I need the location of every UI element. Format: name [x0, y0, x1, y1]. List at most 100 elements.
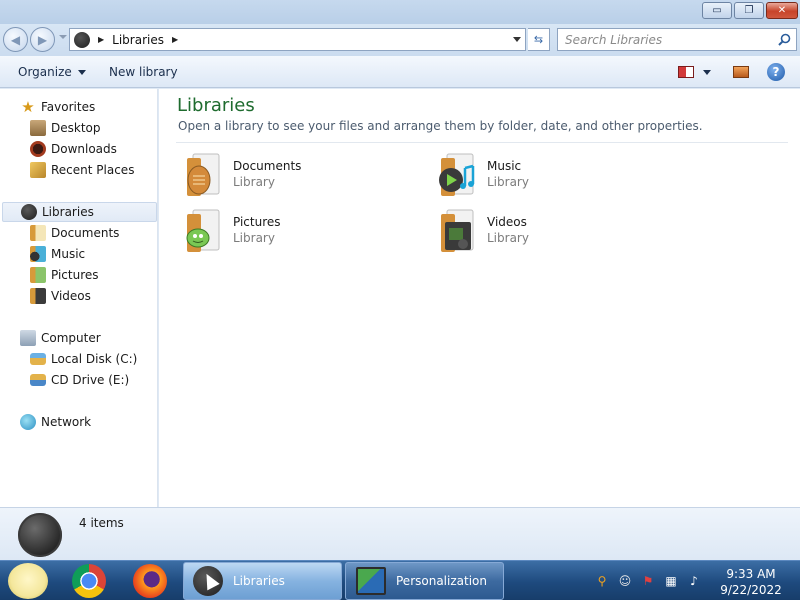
taskbar-item-label: Libraries: [233, 574, 285, 588]
sidebar-item-documents[interactable]: Documents: [30, 223, 119, 243]
taskbar-item-label: Personalization: [396, 574, 487, 588]
taskbar-item-libraries[interactable]: Libraries: [183, 562, 342, 600]
address-bar[interactable]: ▶ Libraries ▶: [69, 28, 526, 51]
sidebar-item-pictures[interactable]: Pictures: [30, 265, 99, 285]
sidebar-item-desktop[interactable]: Desktop: [30, 118, 101, 138]
sidebar-item-label: Network: [41, 415, 92, 429]
start-button[interactable]: [8, 563, 48, 599]
sidebar-item-label: Recent Places: [51, 163, 135, 177]
item-count: 4 items: [79, 516, 124, 530]
sidebar-item-label: Libraries: [42, 205, 94, 219]
library-tile-pictures[interactable]: Pictures Library: [179, 208, 419, 260]
sidebar-item-label: Documents: [51, 226, 120, 240]
action-center-icon[interactable]: ⚑: [640, 573, 656, 589]
sidebar-item-network[interactable]: Network: [20, 412, 91, 432]
search-tray-icon[interactable]: ⚲: [594, 573, 610, 589]
library-type: Library: [233, 231, 275, 245]
search-box[interactable]: [557, 28, 797, 51]
sidebar-item-recent-places[interactable]: Recent Places: [30, 160, 134, 180]
taskbar-item-personalization[interactable]: Personalization: [345, 562, 504, 600]
libraries-icon: [193, 566, 223, 596]
libraries-icon: [21, 204, 37, 220]
refresh-button[interactable]: ⇆: [528, 28, 550, 51]
documents-library-icon: [187, 153, 220, 196]
mouse-cursor-icon: [200, 570, 220, 591]
maximize-button[interactable]: ❐: [734, 2, 764, 19]
sidebar-item-downloads[interactable]: Downloads: [30, 139, 117, 159]
sidebar-item-music[interactable]: Music: [30, 244, 85, 264]
help-button[interactable]: ?: [767, 63, 785, 81]
sidebar-item-label: Pictures: [51, 268, 99, 282]
forward-button[interactable]: ▶: [30, 27, 55, 52]
minimize-button[interactable]: ▭: [702, 2, 732, 19]
divider: [176, 142, 788, 143]
clock[interactable]: 9:33 AM 9/22/2022: [712, 566, 790, 598]
chrome-icon[interactable]: [72, 564, 106, 598]
close-button[interactable]: ✕: [766, 2, 798, 19]
computer-icon: [20, 330, 36, 346]
breadcrumb-libraries[interactable]: Libraries: [112, 33, 164, 47]
clock-time: 9:33 AM: [726, 567, 776, 581]
back-button[interactable]: ◀: [3, 27, 28, 52]
organize-label: Organize: [18, 65, 72, 79]
page-subtitle: Open a library to see your files and arr…: [178, 119, 703, 133]
sidebar-item-libraries[interactable]: Libraries: [2, 202, 157, 222]
back-arrow-icon: ◀: [10, 32, 21, 47]
refresh-icon: ⇆: [533, 33, 544, 46]
libraries-large-icon: [18, 513, 62, 557]
sidebar-item-label: Local Disk (C:): [51, 352, 138, 366]
clock-date: 9/22/2022: [720, 583, 782, 597]
sidebar-item-label: Favorites: [41, 100, 96, 114]
change-view-button[interactable]: [678, 66, 694, 78]
videos-icon: [30, 288, 46, 304]
library-tile-music[interactable]: Music Library: [433, 152, 673, 204]
library-type: Library: [233, 175, 275, 189]
search-input[interactable]: [565, 32, 765, 47]
sidebar-item-local-disk[interactable]: Local Disk (C:): [30, 349, 137, 369]
star-icon: ★: [21, 98, 35, 116]
sidebar-item-cd-drive[interactable]: CD Drive (E:): [30, 370, 129, 390]
system-tray: ⚲ ☺ ⚑ ▦ ♪: [594, 573, 702, 589]
navigation-bar: ◀ ▶ ▶ Libraries ▶ ⇆: [0, 24, 800, 56]
library-name: Documents: [233, 159, 302, 173]
libraries-icon: [74, 31, 90, 48]
taskbar: Libraries Personalization ⚲ ☺ ⚑ ▦ ♪ 9:33…: [0, 560, 800, 600]
videos-library-icon: [441, 209, 474, 252]
sidebar-item-favorites[interactable]: ★ Favorites: [20, 97, 95, 117]
recent-places-icon: [30, 162, 46, 178]
library-name: Videos: [487, 215, 527, 229]
breadcrumb-chevron-icon[interactable]: ▶: [98, 35, 104, 44]
recent-pages-dropdown[interactable]: [59, 35, 67, 39]
library-tile-documents[interactable]: Documents Library: [179, 152, 419, 204]
organize-menu[interactable]: Organize: [18, 65, 86, 79]
library-name: Pictures: [233, 215, 281, 229]
network-tray-icon[interactable]: ▦: [663, 573, 679, 589]
search-icon[interactable]: [778, 33, 791, 46]
sidebar-item-label: Computer: [41, 331, 101, 345]
pictures-icon: [30, 267, 46, 283]
new-library-button[interactable]: New library: [109, 65, 178, 79]
desktop-icon: [30, 120, 46, 136]
library-name: Music: [487, 159, 522, 173]
view-options-dropdown[interactable]: [703, 70, 711, 75]
preview-pane-button[interactable]: [733, 66, 749, 78]
details-pane: 4 items: [0, 507, 800, 560]
documents-icon: [30, 225, 46, 241]
sidebar-item-label: Desktop: [51, 121, 101, 135]
chevron-down-icon: [77, 70, 86, 75]
sidebar-item-label: Videos: [51, 289, 91, 303]
breadcrumb-chevron-icon[interactable]: ▶: [172, 35, 178, 44]
firefox-icon[interactable]: [133, 564, 167, 598]
library-type: Library: [487, 175, 529, 189]
library-tile-videos[interactable]: Videos Library: [433, 208, 673, 260]
sidebar-item-label: CD Drive (E:): [51, 373, 130, 387]
sidebar-item-videos[interactable]: Videos: [30, 286, 91, 306]
sidebar-item-computer[interactable]: Computer: [20, 328, 101, 348]
notification-icon[interactable]: ☺: [617, 573, 633, 589]
window-title-bar: ▭ ❐ ✕: [0, 0, 800, 24]
music-icon: [30, 246, 46, 262]
downloads-icon: [30, 141, 46, 157]
network-icon: [20, 414, 36, 430]
address-history-dropdown[interactable]: [513, 37, 521, 42]
volume-icon[interactable]: ♪: [686, 573, 702, 589]
